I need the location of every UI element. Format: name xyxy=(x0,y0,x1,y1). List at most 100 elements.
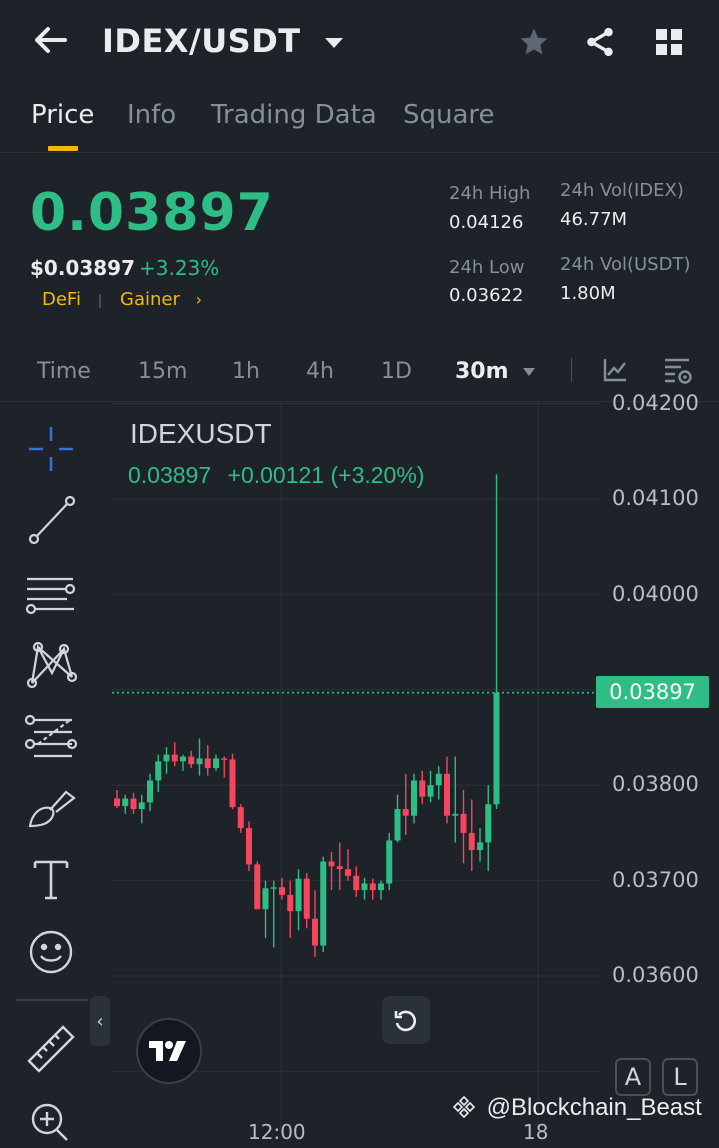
horizontal-lines-icon[interactable] xyxy=(24,567,78,621)
vol-base-value: 46.77M xyxy=(560,209,628,230)
interval-divider xyxy=(571,358,572,382)
candle-body xyxy=(196,758,203,765)
low-value: 0.03622 xyxy=(449,285,524,306)
tag-defi[interactable]: DeFi xyxy=(42,289,81,310)
high-label: 24h High xyxy=(449,183,531,204)
toolbar-collapse-handle[interactable]: ‹ xyxy=(90,996,110,1046)
candle-body xyxy=(328,861,335,867)
candle-body xyxy=(295,878,302,912)
vol-quote-label: 24h Vol(USDT) xyxy=(560,254,691,275)
current-price-tag: 0.03897 xyxy=(596,676,709,708)
caret-down-icon xyxy=(523,368,536,376)
candle-body xyxy=(122,798,129,807)
interval-selected[interactable]: 30m xyxy=(455,359,536,384)
vol-base-label: 24h Vol(IDEX) xyxy=(560,180,684,201)
change-percent: +3.23% xyxy=(139,256,220,280)
fib-retracement-icon[interactable] xyxy=(24,710,78,764)
candle-body xyxy=(353,875,360,891)
candle-body xyxy=(155,761,162,781)
candle-body xyxy=(114,798,120,807)
emoji-icon[interactable] xyxy=(24,925,78,979)
candle-body xyxy=(130,798,137,810)
candle-body xyxy=(270,887,277,889)
candle-body xyxy=(361,883,368,891)
y-axis-label: 0.03800 xyxy=(612,772,699,796)
star-icon[interactable] xyxy=(514,22,554,62)
candle-body xyxy=(452,813,459,816)
candle-body xyxy=(460,813,467,833)
candle-body xyxy=(427,785,434,797)
binance-diamond-icon xyxy=(452,1095,476,1119)
low-label: 24h Low xyxy=(449,257,525,278)
candle-body xyxy=(229,759,236,808)
grid-menu-icon[interactable] xyxy=(648,22,690,62)
candle-body xyxy=(204,758,211,769)
candle-body xyxy=(477,842,483,851)
x-axis-label: 12:00 xyxy=(248,1120,306,1144)
candle-body xyxy=(485,804,492,843)
reset-chart-button[interactable] xyxy=(382,996,430,1044)
candle-body xyxy=(394,809,401,841)
chevron-left-icon: ‹ xyxy=(96,1010,104,1032)
candle-body xyxy=(279,887,285,895)
interval-1d[interactable]: 1D xyxy=(381,359,412,384)
tab-price[interactable]: Price xyxy=(31,100,94,130)
interval-selected-label[interactable]: 30m xyxy=(455,359,509,384)
trend-line-icon[interactable] xyxy=(24,493,78,547)
pair-title[interactable]: IDEX/USDT xyxy=(102,22,344,60)
chevron-right-icon: › xyxy=(195,290,203,309)
candle-body xyxy=(411,780,417,816)
candle-body xyxy=(402,809,409,816)
candle-body xyxy=(237,807,244,829)
candle-body xyxy=(378,883,384,891)
candle-body xyxy=(254,864,261,910)
tab-info[interactable]: Info xyxy=(127,100,176,130)
tag-gainer-label[interactable]: Gainer xyxy=(120,289,180,310)
interval-1h[interactable]: 1h xyxy=(232,359,260,384)
back-arrow-icon[interactable] xyxy=(28,22,72,58)
candle-body xyxy=(213,758,219,769)
interval-time[interactable]: Time xyxy=(37,359,91,384)
watermark-text: @Blockchain_Beast xyxy=(486,1094,702,1121)
ruler-icon[interactable] xyxy=(24,1022,78,1076)
candle-body xyxy=(493,692,500,805)
toolbar-divider xyxy=(16,999,88,1001)
log-scale-button[interactable]: L xyxy=(662,1058,698,1096)
ohlc-price: 0.03897 xyxy=(128,462,212,488)
pair-title-text[interactable]: IDEX/USDT xyxy=(102,22,301,60)
chart-settings-icon[interactable] xyxy=(658,352,696,388)
high-value: 0.04126 xyxy=(449,212,524,233)
candle-body xyxy=(163,754,170,762)
text-tool-icon[interactable] xyxy=(24,852,78,906)
tab-trading-data[interactable]: Trading Data xyxy=(211,100,377,130)
candle-body xyxy=(336,866,343,870)
interval-4h[interactable]: 4h xyxy=(306,359,334,384)
candle-body xyxy=(468,832,475,851)
pattern-icon[interactable] xyxy=(24,637,78,691)
brush-icon[interactable] xyxy=(24,782,78,836)
chart-symbol: IDEXUSDT xyxy=(130,418,272,449)
ohlc-change: +0.00121 (+3.20%) xyxy=(227,462,425,488)
share-icon[interactable] xyxy=(578,20,622,64)
zoom-in-icon[interactable] xyxy=(24,1094,78,1148)
y-axis-label: 0.04000 xyxy=(612,582,699,606)
y-axis-label: 0.04100 xyxy=(612,486,699,510)
candle-body xyxy=(312,918,318,946)
auto-scale-button[interactable]: A xyxy=(615,1058,651,1096)
candle-body xyxy=(320,861,327,946)
crosshair-icon[interactable] xyxy=(24,422,78,476)
indicator-icon[interactable] xyxy=(598,353,632,387)
tab-square[interactable]: Square xyxy=(403,100,495,130)
candle-body xyxy=(188,756,195,765)
y-axis-label: 0.04200 xyxy=(612,391,699,415)
last-price: 0.03897 xyxy=(30,183,274,243)
y-axis-label: 0.03600 xyxy=(612,963,699,987)
active-tab-indicator xyxy=(48,146,78,151)
header-divider xyxy=(0,152,719,153)
tag-gainer[interactable]: Gainer › xyxy=(120,289,202,310)
candle-body xyxy=(138,802,145,810)
refresh-icon xyxy=(394,1010,417,1032)
interval-15m[interactable]: 15m xyxy=(138,359,187,384)
candle-body xyxy=(287,894,294,912)
chevron-down-icon[interactable] xyxy=(324,36,344,50)
